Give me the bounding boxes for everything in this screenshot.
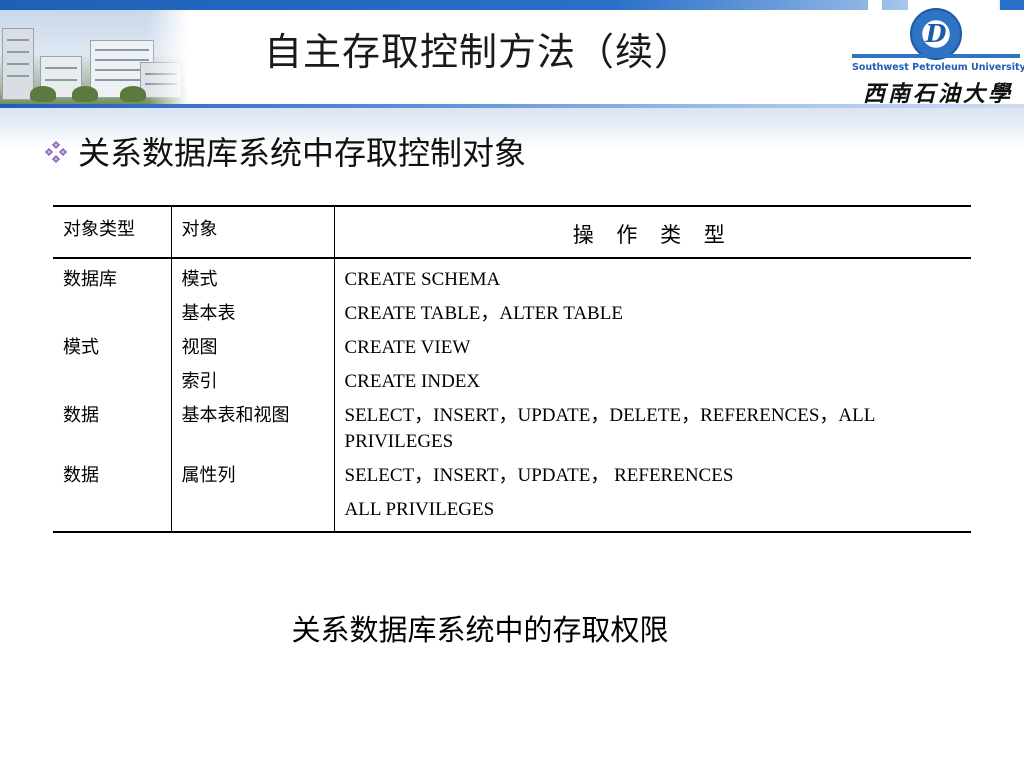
page-title: 自主存取控制方法（续）	[264, 30, 694, 74]
cell-object-type: 数据库	[63, 269, 117, 290]
access-control-table: 对象类型 对象 操 作 类 型 数据库 模式 CREATE SCHEMA 基本表…	[53, 205, 971, 533]
cell-object-type	[53, 297, 171, 331]
cell-object: 索引	[170, 365, 334, 399]
cell-operations: CREATE TABLE，ALTER TABLE	[333, 297, 971, 331]
cell-object: 基本表	[170, 297, 334, 331]
column-header-object-type: 对象类型	[53, 205, 171, 259]
university-logo: D Southwest Petroleum University 西南石油大學	[852, 8, 1024, 107]
cell-object: 基本表和视图	[170, 399, 334, 459]
logo-english-name: Southwest Petroleum University	[852, 62, 1024, 73]
table-header-row: 对象类型 对象 操 作 类 型	[53, 205, 971, 259]
section-heading: 关系数据库系统中存取控制对象	[78, 134, 527, 172]
diamond-bullet-icon	[45, 141, 67, 163]
table-row: ALL PRIVILEGES	[53, 493, 971, 533]
cell-operations: SELECT，INSERT，UPDATE， REFERENCES	[333, 459, 971, 493]
table-row: 模式 视图 CREATE VIEW	[53, 331, 971, 365]
column-header-object: 对象	[170, 205, 334, 259]
cell-operations: CREATE SCHEMA	[333, 258, 971, 297]
cell-operations: ALL PRIVILEGES	[333, 493, 971, 533]
table-row: 数据库 模式 CREATE SCHEMA	[53, 258, 971, 297]
cell-object-type: 数据	[63, 465, 99, 486]
cell-object-type: 模式	[63, 337, 99, 358]
cell-object-type: 数据	[63, 405, 99, 426]
cell-object: 模式	[170, 258, 334, 297]
table-caption: 关系数据库系统中的存取权限	[291, 613, 669, 647]
cell-operations: SELECT，INSERT，UPDATE，DELETE，REFERENCES，A…	[333, 399, 971, 459]
table-row: 索引 CREATE INDEX	[53, 365, 971, 399]
cell-object-type	[53, 493, 171, 533]
cell-object-type	[53, 365, 171, 399]
cell-object: 属性列	[170, 459, 334, 493]
table-row: 数据 属性列 SELECT，INSERT，UPDATE， REFERENCES	[53, 459, 971, 493]
cell-object: 视图	[170, 331, 334, 365]
cell-operations: CREATE INDEX	[333, 365, 971, 399]
table-row: 数据 基本表和视图 SELECT，INSERT，UPDATE，DELETE，RE…	[53, 399, 971, 459]
campus-photo	[0, 10, 188, 106]
university-emblem-icon: D	[910, 8, 962, 60]
slide: 自主存取控制方法（续） D Southwest Petroleum Univer…	[0, 0, 1024, 768]
table-row: 基本表 CREATE TABLE，ALTER TABLE	[53, 297, 971, 331]
column-header-operation-type: 操 作 类 型	[333, 205, 971, 259]
cell-operations: CREATE VIEW	[333, 331, 971, 365]
cell-object	[170, 493, 334, 533]
